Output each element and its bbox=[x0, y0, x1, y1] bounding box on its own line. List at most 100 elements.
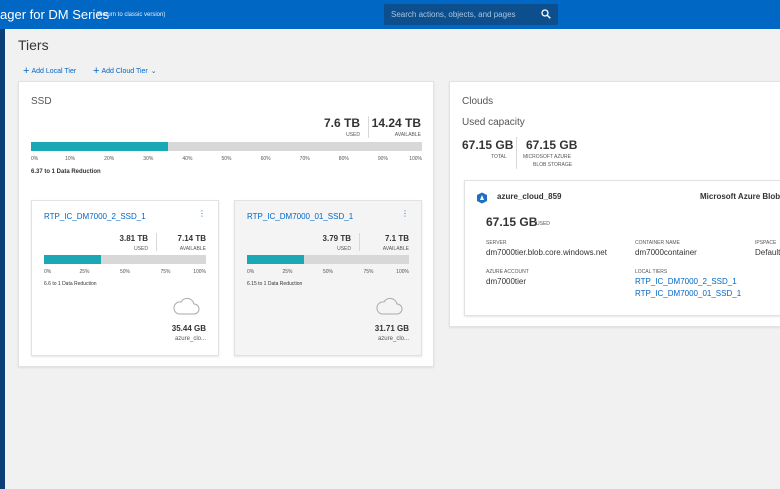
divider bbox=[368, 116, 369, 138]
tier-progress-fill bbox=[247, 255, 304, 264]
tier-name-link[interactable]: RTP_IC_DM7000_01_SSD_1 bbox=[247, 212, 353, 221]
tick-label: 100% bbox=[409, 156, 422, 162]
tier-card[interactable]: RTP_IC_DM7000_2_SSD_1 ⋮ 3.81 TB USED 7.1… bbox=[31, 200, 219, 356]
tier-used-label: USED bbox=[134, 246, 148, 252]
tick-label: 50% bbox=[119, 269, 131, 275]
azure-cloud-card[interactable]: azure_cloud_859 Microsoft Azure Blob Sto… bbox=[464, 180, 780, 316]
clouds-azure-label-2: BLOB STORAGE bbox=[533, 162, 573, 168]
divider bbox=[156, 233, 157, 251]
app-title: ager for DM Series bbox=[0, 7, 110, 22]
add-cloud-tier-label: Add Cloud Tier bbox=[101, 68, 148, 75]
search-box[interactable]: Search actions, objects, and pages bbox=[384, 4, 558, 25]
top-bar: ager for DM Series (Return to classic ve… bbox=[0, 0, 780, 29]
divider bbox=[359, 233, 360, 251]
add-cloud-tier-button[interactable]: + Add Cloud Tier ⌄ bbox=[93, 64, 157, 77]
tick-label: 0% bbox=[31, 156, 39, 162]
container-label: CONTAINER NAME bbox=[635, 240, 680, 246]
ssd-used-value: 7.6 TB bbox=[323, 116, 360, 130]
tier-cloud-name: azure_clo... bbox=[377, 336, 409, 342]
tick-label: 25% bbox=[282, 269, 293, 275]
tier-card[interactable]: RTP_IC_DM7000_01_SSD_1 ⋮ 3.79 TB USED 7.… bbox=[234, 200, 422, 356]
tier-ticks: 0% 25% 50% 75% 100% bbox=[247, 269, 409, 277]
tier-cloud-name: azure_clo... bbox=[174, 336, 206, 342]
divider bbox=[516, 137, 517, 169]
tick-label: 90% bbox=[377, 156, 388, 162]
add-local-tier-button[interactable]: + Add Local Tier bbox=[23, 64, 77, 77]
more-options-icon[interactable]: ⋮ bbox=[401, 209, 409, 218]
ssd-ticks: 0% 10% 20% 30% 40% 50% 60% 70% 80% 90% 100% bbox=[31, 156, 422, 164]
clouds-total-value: 67.15 GB bbox=[462, 138, 514, 152]
tick-label: 0% bbox=[247, 269, 255, 275]
local-tiers-label: LOCAL TIERS bbox=[635, 269, 668, 275]
local-tier-link[interactable]: RTP_IC_DM7000_01_SSD_1 bbox=[635, 289, 741, 298]
tick-label: 100% bbox=[396, 269, 409, 275]
server-value: dm7000tier.blob.core.windows.net bbox=[486, 248, 607, 257]
tier-available-label: AVAILABLE bbox=[179, 246, 206, 252]
container-value: dm7000container bbox=[635, 248, 697, 257]
tick-label: 75% bbox=[363, 269, 374, 275]
clouds-card: Clouds Used capacity 67.15 GB TOTAL 67.1… bbox=[449, 81, 780, 327]
tier-available-value: 7.14 TB bbox=[177, 234, 206, 243]
tier-name-link[interactable]: RTP_IC_DM7000_2_SSD_1 bbox=[44, 212, 146, 221]
tier-reduction: 6.6 to 1 Data Reduction bbox=[44, 281, 97, 287]
plus-icon: + bbox=[93, 65, 100, 77]
tick-label: 20% bbox=[104, 156, 115, 162]
tick-label: 40% bbox=[182, 156, 193, 162]
cloud-icon bbox=[173, 297, 200, 315]
ssd-available-value: 14.24 TB bbox=[371, 116, 421, 130]
azure-cloud-name[interactable]: azure_cloud_859 bbox=[497, 192, 561, 201]
search-icon[interactable] bbox=[541, 9, 551, 19]
ssd-used-label: USED bbox=[346, 132, 360, 138]
tier-used-label: USED bbox=[337, 246, 351, 252]
tier-reduction: 6.15 to 1 Data Reduction bbox=[247, 281, 303, 287]
azure-used-label: USED bbox=[536, 221, 550, 227]
tick-label: 0% bbox=[44, 269, 52, 275]
tier-used-value: 3.81 TB bbox=[119, 234, 148, 243]
tier-available-value: 7.1 TB bbox=[384, 234, 409, 243]
tick-label: 50% bbox=[322, 269, 334, 275]
ssd-progress-fill bbox=[31, 142, 168, 151]
ssd-available-label: AVAILABLE bbox=[394, 132, 421, 138]
tick-label: 25% bbox=[79, 269, 90, 275]
clouds-azure-label: MICROSOFT AZURE bbox=[523, 154, 571, 160]
ssd-progress-bar bbox=[31, 142, 422, 151]
add-local-tier-label: Add Local Tier bbox=[31, 68, 77, 75]
more-options-icon[interactable]: ⋮ bbox=[198, 209, 206, 218]
chevron-down-icon: ⌄ bbox=[150, 68, 157, 75]
ipspace-value: Default bbox=[755, 248, 780, 257]
side-rail bbox=[0, 29, 5, 489]
tick-label: 80% bbox=[338, 156, 349, 162]
tier-used-value: 3.79 TB bbox=[322, 234, 351, 243]
tick-label: 10% bbox=[65, 156, 76, 162]
classic-version-link[interactable]: (Return to classic version) bbox=[96, 12, 165, 18]
tier-progress-bar bbox=[44, 255, 206, 264]
ssd-card: SSD 7.6 TB USED 14.24 TB AVAILABLE 0% 10%… bbox=[18, 81, 434, 367]
ipspace-label: IPSPACE bbox=[755, 240, 777, 246]
tick-label: 75% bbox=[160, 269, 171, 275]
local-tier-link[interactable]: RTP_IC_DM7000_2_SSD_1 bbox=[635, 277, 737, 286]
tick-label: 100% bbox=[193, 269, 206, 275]
cloud-icon bbox=[376, 297, 403, 315]
azure-icon bbox=[477, 192, 487, 204]
clouds-total-label: TOTAL bbox=[491, 154, 507, 160]
plus-icon: + bbox=[23, 65, 30, 77]
cloud-provider: Microsoft Azure Blob Storag bbox=[700, 192, 780, 201]
azure-used-value: 67.15 GB bbox=[486, 215, 538, 229]
ssd-title: SSD bbox=[31, 96, 52, 107]
azure-account-value: dm7000tier bbox=[486, 277, 527, 286]
search-input[interactable]: Search actions, objects, and pages bbox=[391, 10, 516, 19]
tick-label: 30% bbox=[143, 156, 154, 162]
page-title: Tiers bbox=[18, 37, 49, 53]
tier-progress-fill bbox=[44, 255, 101, 264]
tier-available-label: AVAILABLE bbox=[382, 246, 409, 252]
ssd-reduction: 6.37 to 1 Data Reduction bbox=[31, 169, 101, 175]
tier-cloud-capacity: 35.44 GB bbox=[171, 324, 206, 333]
tier-progress-bar bbox=[247, 255, 409, 264]
clouds-azure-value: 67.15 GB bbox=[526, 138, 578, 152]
tick-label: 70% bbox=[299, 156, 310, 162]
tier-ticks: 0% 25% 50% 75% 100% bbox=[44, 269, 206, 277]
server-label: SERVER bbox=[486, 240, 507, 246]
tick-label: 60% bbox=[260, 156, 271, 162]
azure-account-label: AZURE ACCOUNT bbox=[486, 269, 529, 275]
clouds-subtitle: Used capacity bbox=[462, 117, 525, 128]
